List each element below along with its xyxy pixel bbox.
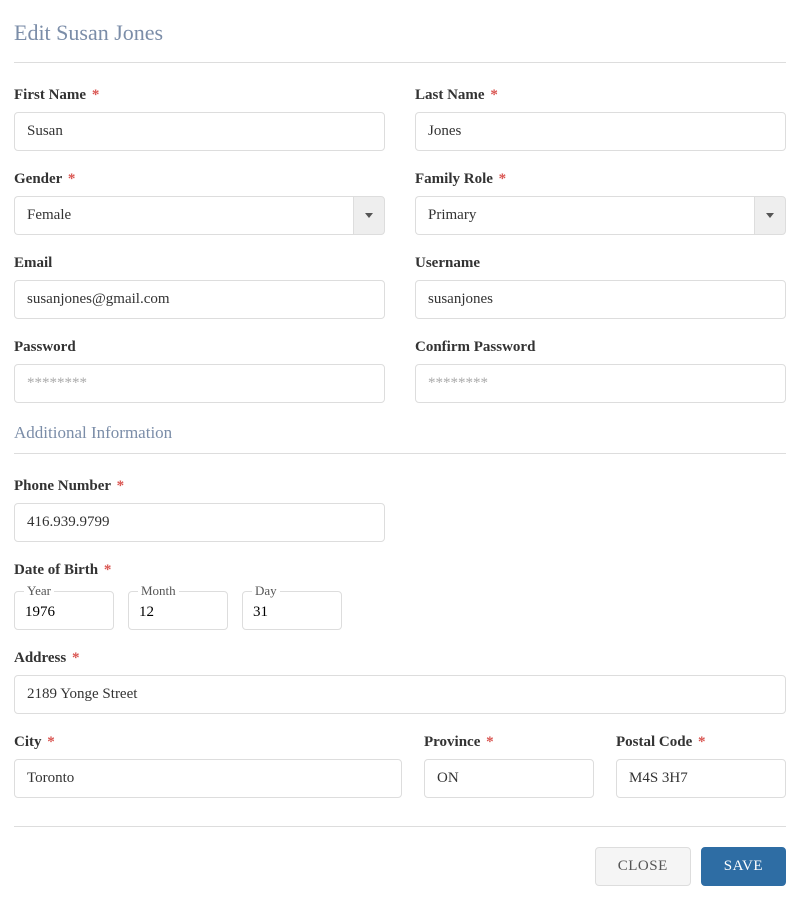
save-button[interactable]: SAVE	[701, 847, 786, 886]
divider-bottom	[14, 826, 786, 827]
required-marker: *	[486, 734, 494, 750]
address-input[interactable]	[14, 675, 786, 714]
city-label-text: City	[14, 734, 42, 750]
section-additional-title: Additional Information	[14, 423, 786, 443]
first-name-label-text: First Name	[14, 87, 86, 103]
last-name-label: Last Name *	[415, 87, 786, 104]
first-name-label: First Name *	[14, 87, 385, 104]
city-input[interactable]	[14, 759, 402, 798]
dob-label: Date of Birth *	[14, 562, 786, 579]
phone-label-text: Phone Number	[14, 478, 111, 494]
required-marker: *	[68, 171, 76, 187]
page-title: Edit Susan Jones	[14, 20, 786, 46]
required-marker: *	[104, 562, 112, 578]
family-role-select[interactable]: Primary	[415, 196, 786, 235]
confirm-password-label: Confirm Password	[415, 339, 786, 356]
postal-label: Postal Code *	[616, 734, 786, 751]
postal-input[interactable]	[616, 759, 786, 798]
last-name-input[interactable]	[415, 112, 786, 151]
required-marker: *	[72, 650, 80, 666]
required-marker: *	[92, 87, 100, 103]
gender-select[interactable]: Female	[14, 196, 385, 235]
province-label-text: Province	[424, 734, 480, 750]
last-name-label-text: Last Name	[415, 87, 485, 103]
city-label: City *	[14, 734, 402, 751]
gender-select-value: Female	[14, 196, 353, 235]
address-label: Address *	[14, 650, 786, 667]
username-label: Username	[415, 255, 786, 272]
dob-month-label: Month	[138, 583, 179, 599]
email-input[interactable]	[14, 280, 385, 319]
divider-section	[14, 453, 786, 454]
gender-select-button[interactable]	[353, 196, 385, 235]
password-input[interactable]	[14, 364, 385, 403]
gender-label: Gender *	[14, 171, 385, 188]
required-marker: *	[117, 478, 125, 494]
family-role-label: Family Role *	[415, 171, 786, 188]
required-marker: *	[47, 734, 55, 750]
divider-top	[14, 62, 786, 63]
required-marker: *	[499, 171, 507, 187]
phone-input[interactable]	[14, 503, 385, 542]
address-label-text: Address	[14, 650, 66, 666]
username-input[interactable]	[415, 280, 786, 319]
password-label: Password	[14, 339, 385, 356]
caret-down-icon	[365, 213, 373, 218]
dob-day-label: Day	[252, 583, 280, 599]
confirm-password-input[interactable]	[415, 364, 786, 403]
family-role-label-text: Family Role	[415, 171, 493, 187]
postal-label-text: Postal Code	[616, 734, 692, 750]
dob-year-label: Year	[24, 583, 54, 599]
province-input[interactable]	[424, 759, 594, 798]
family-role-select-button[interactable]	[754, 196, 786, 235]
gender-label-text: Gender	[14, 171, 62, 187]
first-name-input[interactable]	[14, 112, 385, 151]
email-label: Email	[14, 255, 385, 272]
province-label: Province *	[424, 734, 594, 751]
phone-label: Phone Number *	[14, 478, 385, 495]
required-marker: *	[698, 734, 706, 750]
caret-down-icon	[766, 213, 774, 218]
close-button[interactable]: CLOSE	[595, 847, 691, 886]
family-role-select-value: Primary	[415, 196, 754, 235]
dob-label-text: Date of Birth	[14, 562, 98, 578]
required-marker: *	[490, 87, 498, 103]
